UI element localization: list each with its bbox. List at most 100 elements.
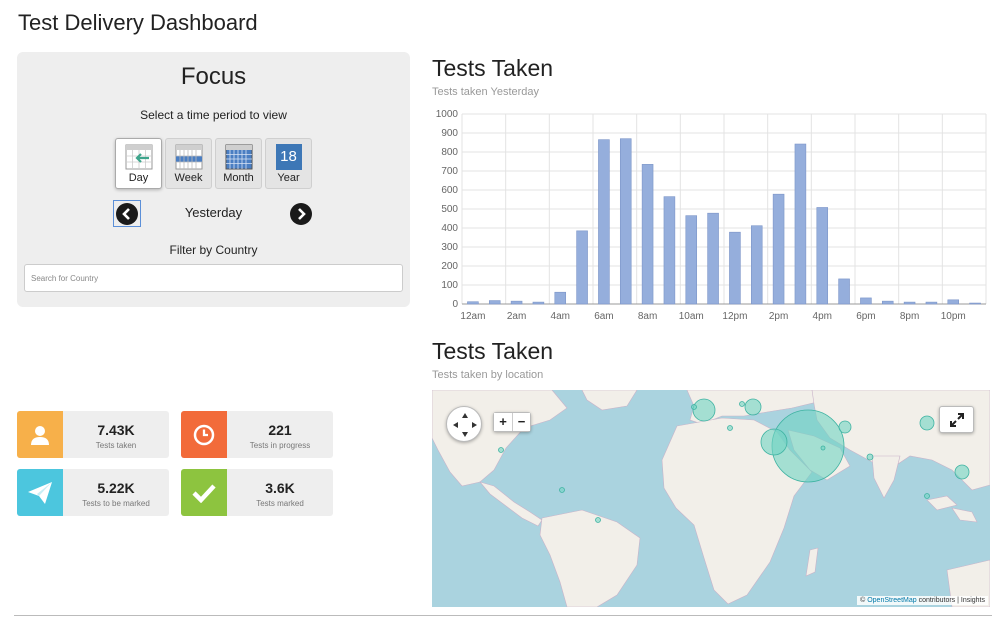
- attribution-suffix: contributors | Insights: [918, 597, 985, 604]
- bar[interactable]: [838, 278, 850, 305]
- bar[interactable]: [707, 212, 719, 305]
- y-tick-label: 500: [441, 204, 458, 215]
- footer-divider: [14, 615, 992, 616]
- expand-icon: [949, 412, 964, 427]
- bar[interactable]: [488, 300, 501, 305]
- map-marker: [866, 453, 874, 461]
- stat-tests-to-be-marked: 5.22K Tests to be marked: [17, 469, 169, 516]
- page-title: Test Delivery Dashboard: [18, 10, 258, 35]
- bar[interactable]: [947, 299, 960, 305]
- bar[interactable]: [663, 196, 676, 305]
- next-period-button[interactable]: [287, 200, 315, 227]
- openstreetmap-link[interactable]: OpenStreetMap: [867, 597, 916, 604]
- y-tick-label: 100: [441, 280, 458, 291]
- map-marker: [954, 464, 970, 480]
- focus-panel: Focus Select a time period to view Day W…: [17, 52, 410, 307]
- x-tick-label: 6pm: [856, 311, 875, 322]
- focus-subtitle: Select a time period to view: [140, 108, 287, 122]
- period-button-week[interactable]: Week: [165, 138, 212, 189]
- x-tick-label: 12pm: [722, 311, 747, 322]
- bar[interactable]: [860, 297, 872, 305]
- bar[interactable]: [685, 215, 698, 305]
- zoom-in-button[interactable]: +: [494, 413, 512, 431]
- stat-tests-marked: 3.6K Tests marked: [181, 469, 333, 516]
- map-section-title: Tests Taken: [432, 338, 554, 364]
- y-tick-label: 0: [452, 299, 458, 310]
- y-tick-label: 300: [441, 242, 458, 253]
- calendar-day-icon: [125, 144, 152, 170]
- y-tick-label: 400: [441, 223, 458, 234]
- x-tick-label: 2pm: [769, 311, 788, 322]
- map-marker: [559, 487, 565, 493]
- bar[interactable]: [729, 231, 741, 305]
- bar[interactable]: [903, 301, 916, 305]
- bar[interactable]: [467, 301, 479, 305]
- bar[interactable]: [969, 302, 981, 305]
- bar[interactable]: [554, 291, 567, 305]
- focus-title: Focus: [180, 63, 247, 90]
- stat-value: 7.43K: [97, 422, 135, 438]
- x-tick-label: 4am: [551, 311, 570, 322]
- bar[interactable]: [816, 207, 829, 305]
- period-button-year[interactable]: 18 Year: [265, 138, 312, 189]
- map-marker: [760, 428, 788, 456]
- previous-period-button[interactable]: [113, 200, 141, 227]
- y-tick-label: 200: [441, 261, 458, 272]
- x-tick-label: 6am: [594, 311, 613, 322]
- stat-tests-in-progress: 221 Tests in progress: [181, 411, 333, 458]
- chart-section-title: Tests Taken: [432, 55, 554, 81]
- stat-tests-taken: 7.43K Tests taken: [17, 411, 169, 458]
- stat-caption: Tests marked: [256, 499, 304, 508]
- x-tick-label: 10pm: [941, 311, 966, 322]
- paper-plane-icon: [28, 481, 52, 504]
- x-tick-label: 8pm: [900, 311, 919, 322]
- attribution-prefix: ©: [860, 597, 866, 604]
- stat-icon-box: [17, 469, 63, 516]
- user-icon: [31, 425, 49, 445]
- period-button-group: Day Week Month 18 Year: [115, 138, 312, 189]
- y-tick-label: 600: [441, 185, 458, 196]
- current-period-label: Yesterday: [184, 205, 243, 220]
- bar[interactable]: [772, 193, 785, 305]
- pan-arrows-icon: [453, 413, 477, 437]
- chevron-left-icon: [116, 202, 138, 225]
- country-search-input[interactable]: [24, 264, 403, 292]
- map-pan-control[interactable]: [446, 406, 482, 442]
- map-marker: [744, 398, 762, 416]
- stat-caption: Tests in progress: [249, 441, 311, 450]
- period-button-month[interactable]: Month: [215, 138, 262, 189]
- map-marker: [919, 415, 935, 431]
- stat-caption: Tests taken: [95, 441, 137, 450]
- bar[interactable]: [576, 230, 588, 305]
- bar[interactable]: [598, 139, 610, 305]
- tests-location-map[interactable]: + − © OpenStreetMap contributors | Insig…: [432, 390, 990, 607]
- map-marker: [924, 493, 930, 499]
- map-section-subtitle: Tests taken by location: [432, 369, 544, 381]
- clock-icon: [193, 424, 215, 445]
- calendar-year-icon: 18: [275, 144, 302, 170]
- stat-icon-box: [17, 411, 63, 458]
- calendar-month-icon: [225, 144, 252, 170]
- map-fullscreen-button[interactable]: [939, 406, 974, 433]
- period-navigator: Yesterday: [17, 200, 410, 228]
- zoom-out-button[interactable]: −: [512, 413, 530, 431]
- map-marker: [820, 445, 826, 451]
- map-marker: [498, 447, 504, 453]
- bar[interactable]: [510, 300, 523, 305]
- bar[interactable]: [532, 301, 545, 305]
- y-tick-label: 800: [441, 147, 458, 158]
- map-marker: [691, 404, 697, 410]
- period-label-week: Week: [174, 172, 203, 184]
- bar[interactable]: [925, 301, 938, 305]
- bar[interactable]: [641, 164, 654, 305]
- bar[interactable]: [794, 143, 807, 305]
- period-button-day[interactable]: Day: [115, 138, 162, 189]
- bar[interactable]: [881, 300, 894, 305]
- stat-caption: Tests to be marked: [82, 499, 150, 508]
- y-tick-label: 900: [441, 128, 458, 139]
- bar[interactable]: [750, 225, 763, 305]
- x-tick-label: 12am: [460, 311, 485, 322]
- bar[interactable]: [619, 138, 632, 305]
- stat-icon-box: [181, 469, 227, 516]
- map-marker: [838, 420, 852, 434]
